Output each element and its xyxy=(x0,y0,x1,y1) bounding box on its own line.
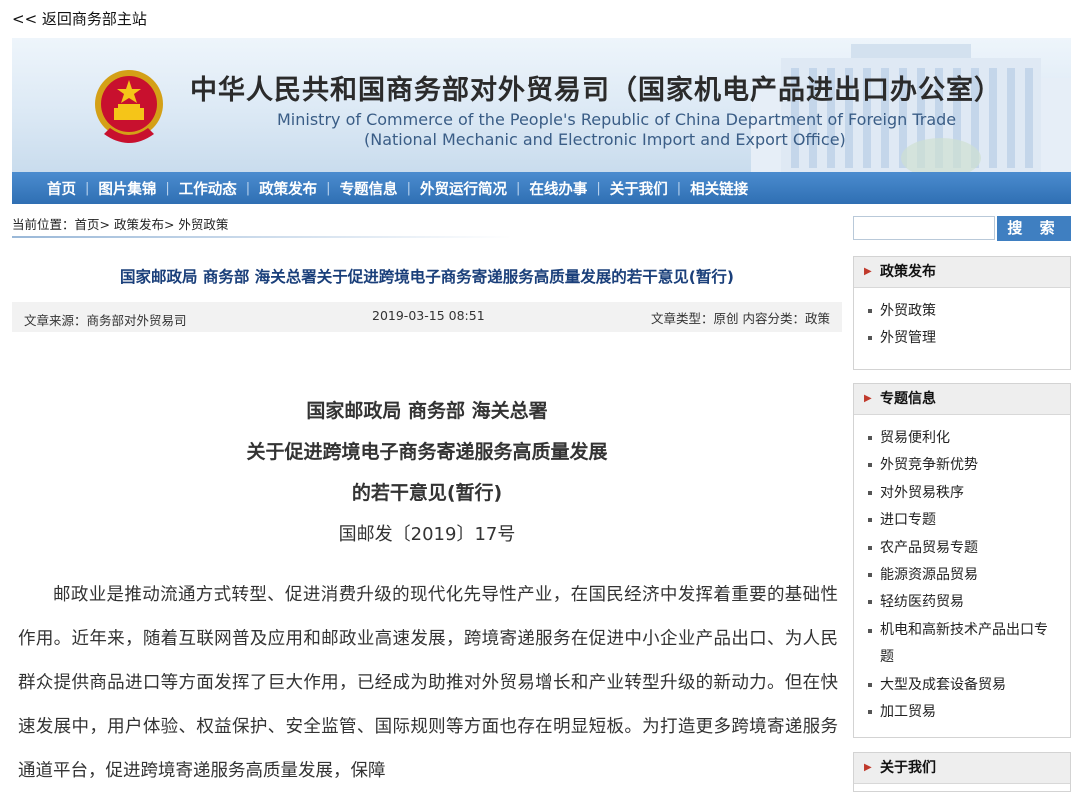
site-title-english-line2: (National Mechanic and Electronic Import… xyxy=(364,130,846,149)
nav-home[interactable]: 首页 xyxy=(38,178,85,199)
topics-panel-header[interactable]: ▶ 专题信息 xyxy=(854,384,1070,415)
topic-link[interactable]: 加工贸易 xyxy=(868,699,1070,726)
policy-panel-title: 政策发布 xyxy=(880,264,936,280)
triangle-right-icon: ▶ xyxy=(864,393,872,404)
article-title: 国家邮政局 商务部 海关总署关于促进跨境电子商务寄递服务高质量发展的若干意见(暂… xyxy=(120,268,734,286)
national-emblem-icon xyxy=(95,70,163,143)
bullet-icon xyxy=(868,573,872,578)
bullet-icon xyxy=(868,336,872,341)
link-label: 机电和高新技术产品出口专题 xyxy=(880,621,1048,666)
article-date: 2019-03-15 08:51 xyxy=(372,308,485,323)
link-label: 对外贸易秩序 xyxy=(880,484,964,501)
document-heading-line3: 的若干意见(暂行) xyxy=(351,482,503,504)
topic-link[interactable]: 大型及成套设备贸易 xyxy=(868,672,1070,699)
site-title-english-line1: Ministry of Commerce of the People's Rep… xyxy=(277,110,957,129)
article-source: 文章来源：商务部对外贸易司 xyxy=(24,313,187,328)
link-label: 农产品贸易专题 xyxy=(880,539,978,556)
link-label: 进口专题 xyxy=(880,512,936,529)
policy-link-trade-policy[interactable]: 外贸政策 xyxy=(868,298,1070,325)
topic-link[interactable]: 进口专题 xyxy=(868,507,1070,534)
link-label: 贸易便利化 xyxy=(880,430,950,446)
article-type: 文章类型：原创 内容分类：政策 xyxy=(651,311,830,326)
link-label: 轻纺医药贸易 xyxy=(880,594,964,611)
search-button[interactable]: 搜 索 xyxy=(997,216,1071,241)
nav-related-links[interactable]: 相关链接 xyxy=(681,178,757,199)
link-label: 大型及成套设备贸易 xyxy=(880,676,1006,693)
policy-release-panel: ▶ 政策发布 外贸政策 外贸管理 xyxy=(853,256,1071,370)
nav-policy-release[interactable]: 政策发布 xyxy=(250,178,326,199)
about-panel-title: 关于我们 xyxy=(880,760,936,776)
breadcrumb-underline xyxy=(12,236,512,238)
search-input[interactable] xyxy=(853,216,995,240)
site-title-chinese: 中华人民共和国商务部对外贸易司（国家机电产品进出口办公室） xyxy=(190,75,1002,106)
triangle-right-icon: ▶ xyxy=(864,762,872,773)
bullet-icon xyxy=(868,710,872,715)
link-label: 外贸竞争新优势 xyxy=(880,457,978,474)
header-banner: 中华人民共和国商务部对外贸易司（国家机电产品进出口办公室） Ministry o… xyxy=(12,38,1071,172)
document-heading-line2: 关于促进跨境电子商务寄递服务高质量发展 xyxy=(246,441,608,463)
document-heading-line1: 国家邮政局 商务部 海关总署 xyxy=(306,400,548,422)
main-navigation: 首页 | 图片集锦 | 工作动态 | 政策发布 | 专题信息 | 外贸运行简况 | 在线办事… xyxy=(12,172,1071,204)
bullet-icon xyxy=(868,600,872,605)
back-link-label[interactable]: << 返回商务部主站 xyxy=(12,10,147,28)
topic-link[interactable]: 外贸竞争新优势 xyxy=(868,452,1070,479)
link-label: 外贸管理 xyxy=(880,330,936,347)
topic-link[interactable]: 农产品贸易专题 xyxy=(868,535,1070,562)
bullet-icon xyxy=(868,490,872,495)
bullet-icon xyxy=(868,518,872,523)
nav-online-services[interactable]: 在线办事 xyxy=(520,178,596,199)
topics-panel-title: 专题信息 xyxy=(880,391,936,407)
special-topics-panel: ▶ 专题信息 贸易便利化 外贸竞争新优势 对外贸易秩序 进口专题 农产品贸易专题… xyxy=(853,383,1071,738)
topic-link[interactable]: 对外贸易秩序 xyxy=(868,480,1070,507)
topic-link[interactable]: 机电和高新技术产品出口专题 xyxy=(868,617,1070,672)
article-body: 邮政业是推动流通方式转型、促进消费升级的现代化先导性产业，在国民经济中发挥着重要… xyxy=(18,573,838,793)
article-meta-bar: 文章来源：商务部对外贸易司 2019-03-15 08:51 文章类型：原创 内… xyxy=(12,302,842,332)
nav-trade-overview[interactable]: 外贸运行简况 xyxy=(411,178,516,199)
bullet-icon xyxy=(868,309,872,313)
document-number: 国邮发〔2019〕17号 xyxy=(338,524,516,545)
link-label: 能源资源品贸易 xyxy=(880,567,978,584)
triangle-right-icon: ▶ xyxy=(864,266,872,277)
policy-link-trade-management[interactable]: 外贸管理 xyxy=(868,325,1070,352)
body-paragraph: 邮政业是推动流通方式转型、促进消费升级的现代化先导性产业，在国民经济中发挥着重要… xyxy=(18,585,838,781)
breadcrumb[interactable]: 当前位置：首页> 政策发布> 外贸政策 xyxy=(12,214,228,233)
nav-photo-gallery[interactable]: 图片集锦 xyxy=(89,178,165,199)
bullet-icon xyxy=(868,463,872,468)
bullet-icon xyxy=(868,682,872,687)
policy-panel-header[interactable]: ▶ 政策发布 xyxy=(854,257,1070,288)
nav-about-us[interactable]: 关于我们 xyxy=(601,178,677,199)
link-label: 外贸政策 xyxy=(880,303,936,319)
bullet-icon xyxy=(868,436,872,440)
about-panel-header[interactable]: ▶ 关于我们 xyxy=(854,753,1070,784)
topic-link[interactable]: 贸易便利化 xyxy=(868,425,1070,452)
bullet-icon xyxy=(868,545,872,550)
nav-work-news[interactable]: 工作动态 xyxy=(170,178,246,199)
bullet-icon xyxy=(868,628,872,633)
topic-link[interactable]: 能源资源品贸易 xyxy=(868,562,1070,589)
back-to-main-site-link[interactable]: << 返回商务部主站 xyxy=(12,8,147,29)
about-us-panel: ▶ 关于我们 xyxy=(853,752,1071,792)
nav-special-topics[interactable]: 专题信息 xyxy=(331,178,407,199)
link-label: 加工贸易 xyxy=(880,704,936,721)
topic-link[interactable]: 轻纺医药贸易 xyxy=(868,589,1070,616)
